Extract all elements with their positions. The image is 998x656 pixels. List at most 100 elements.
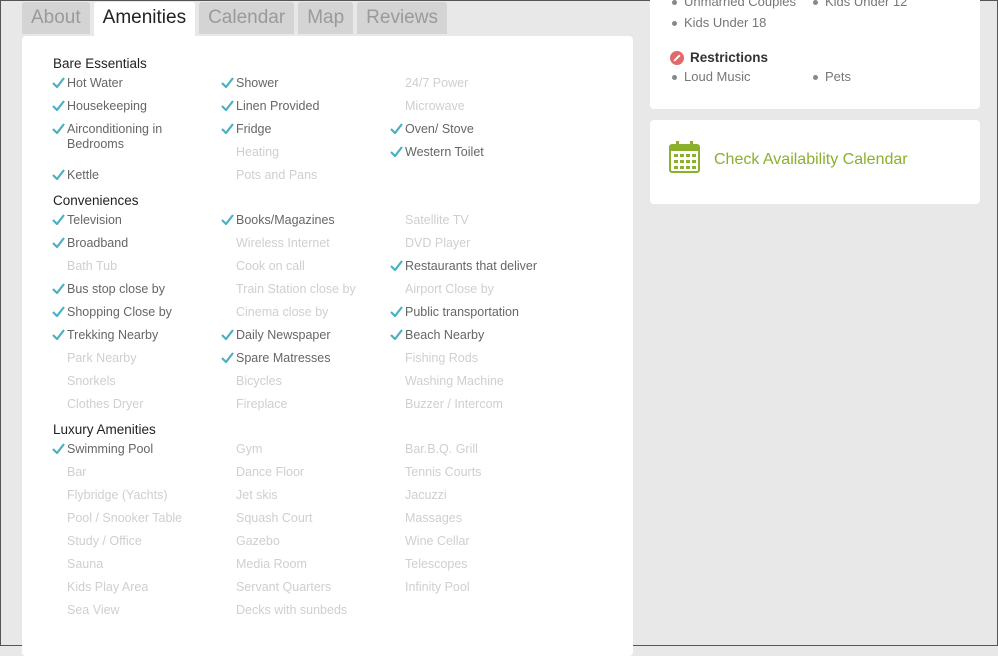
checkmark-icon: [390, 329, 403, 341]
tab-calendar[interactable]: Calendar: [199, 2, 295, 34]
amenity-label: Washing Machine: [405, 374, 504, 388]
amenity-label: Cinema close by: [236, 305, 329, 319]
amenity-item: Kids Play Area: [67, 580, 217, 595]
amenity-item: Pots and Pans: [236, 168, 386, 183]
availability-box: Check Availability Calendar: [650, 120, 980, 204]
amenity-item: Public transportation: [390, 305, 555, 320]
amenity-item: Bicycles: [236, 374, 386, 389]
amenity-item: Fridge: [221, 122, 386, 137]
amenity-item: 24/7 Power: [405, 76, 555, 91]
amenity-label: Heating: [236, 145, 280, 159]
amenity-label: Cook on call: [236, 259, 305, 273]
checkmark-icon: [52, 306, 65, 318]
amenity-item: Fireplace: [236, 397, 386, 412]
checkmark-icon: [52, 100, 65, 112]
amenity-label: Tennis Courts: [405, 465, 482, 479]
amenity-item: Bar.B.Q. Grill: [405, 442, 555, 457]
section-title: Bare Essentials: [53, 56, 147, 71]
tab-reviews[interactable]: Reviews: [357, 2, 447, 34]
amenity-label: Dance Floor: [236, 465, 305, 479]
amenity-item: Shopping Close by: [52, 305, 217, 320]
checkmark-icon: [221, 77, 234, 89]
amenity-item: Study / Office: [67, 534, 217, 549]
checkmark-icon: [221, 329, 234, 341]
amenity-item: Cook on call: [236, 259, 386, 274]
amenity-item: Jacuzzi: [405, 488, 555, 503]
amenity-label: Airport Close by: [405, 282, 494, 296]
checkmark-icon: [390, 123, 403, 135]
amenity-item: Trekking Nearby: [52, 328, 217, 343]
tab-about[interactable]: About: [22, 2, 90, 34]
allowed-item: Kids Under 18: [670, 15, 766, 30]
checkmark-icon: [390, 260, 403, 272]
checkmark-icon: [221, 100, 234, 112]
amenity-label: Bicycles: [236, 374, 282, 388]
amenity-label: Flybridge (Yachts): [67, 488, 168, 502]
section-title: Conveniences: [53, 193, 139, 208]
amenity-item: Bar: [67, 465, 217, 480]
amenity-item: Heating: [236, 145, 386, 160]
amenity-label: Snorkels: [67, 374, 116, 388]
amenity-label: Bar.B.Q. Grill: [405, 442, 478, 456]
amenity-label: Telescopes: [405, 557, 468, 571]
amenity-label: Swimming Pool: [67, 442, 154, 456]
amenity-label: Media Room: [236, 557, 307, 571]
amenity-item: Wireless Internet: [236, 236, 386, 251]
amenity-item: Decks with sunbeds: [236, 603, 386, 618]
amenity-item: Bath Tub: [67, 259, 217, 274]
amenity-item: Satellite TV: [405, 213, 555, 228]
amenity-item: Fishing Rods: [405, 351, 555, 366]
amenity-item: Tennis Courts: [405, 465, 555, 480]
allowed-item: Unmarried Couples: [670, 0, 796, 9]
amenity-label: Fishing Rods: [405, 351, 478, 365]
amenity-item: Gym: [236, 442, 386, 457]
amenities-panel: Bare Essentials Hot Water Shower 24/7 Power…: [22, 36, 633, 656]
restriction-item: Pets: [811, 69, 851, 84]
amenity-label: Study / Office: [67, 534, 142, 548]
tab-amenities[interactable]: Amenities: [93, 2, 196, 36]
checkmark-icon: [52, 214, 65, 226]
amenity-item: DVD Player: [405, 236, 555, 251]
amenity-label: Satellite TV: [405, 213, 469, 227]
amenity-label: Fireplace: [236, 397, 288, 411]
restrictions-heading: Restrictions: [670, 50, 768, 65]
amenity-label: Housekeeping: [67, 99, 147, 113]
amenity-label: Beach Nearby: [405, 328, 485, 342]
amenity-label: Daily Newspaper: [236, 328, 331, 342]
amenity-label: Buzzer / Intercom: [405, 397, 503, 411]
amenity-label: Microwave: [405, 99, 465, 113]
amenity-label: Sauna: [67, 557, 104, 571]
amenity-item: Dance Floor: [236, 465, 386, 480]
amenity-label: Fridge: [236, 122, 272, 136]
restriction-item: Loud Music: [670, 69, 750, 84]
amenity-label: Bus stop close by: [67, 282, 165, 296]
checkmark-icon: [221, 214, 234, 226]
amenity-label: Public transportation: [405, 305, 519, 319]
checkmark-icon: [52, 443, 65, 455]
checkmark-icon: [221, 352, 234, 364]
amenity-label: Hot Water: [67, 76, 123, 90]
calendar-icon[interactable]: [669, 141, 701, 174]
amenity-item: Telescopes: [405, 557, 555, 572]
amenity-label: Squash Court: [236, 511, 313, 525]
amenity-label: Trekking Nearby: [67, 328, 159, 342]
amenity-item: Bus stop close by: [52, 282, 217, 297]
amenity-item: Kettle: [52, 168, 217, 183]
tab-map[interactable]: Map: [298, 2, 354, 34]
amenity-item: Clothes Dryer: [67, 397, 217, 412]
amenity-item: Shower: [221, 76, 386, 91]
amenity-label: Western Toilet: [405, 145, 484, 159]
allowed-item: Kids Under 12: [811, 0, 907, 9]
amenity-label: Pots and Pans: [236, 168, 318, 182]
amenity-label: Oven/ Stove: [405, 122, 474, 136]
amenity-label: Gazebo: [236, 534, 280, 548]
amenity-item: Airport Close by: [405, 282, 555, 297]
amenity-label: Jet skis: [236, 488, 278, 502]
amenity-item: Housekeeping: [52, 99, 217, 114]
checkmark-icon: [390, 306, 403, 318]
amenity-label: Kids Play Area: [67, 580, 149, 594]
amenity-item: Snorkels: [67, 374, 217, 389]
checkmark-icon: [52, 283, 65, 295]
restrictions-title: Restrictions: [690, 50, 769, 65]
check-availability-link[interactable]: Check Availability Calendar: [714, 151, 908, 169]
